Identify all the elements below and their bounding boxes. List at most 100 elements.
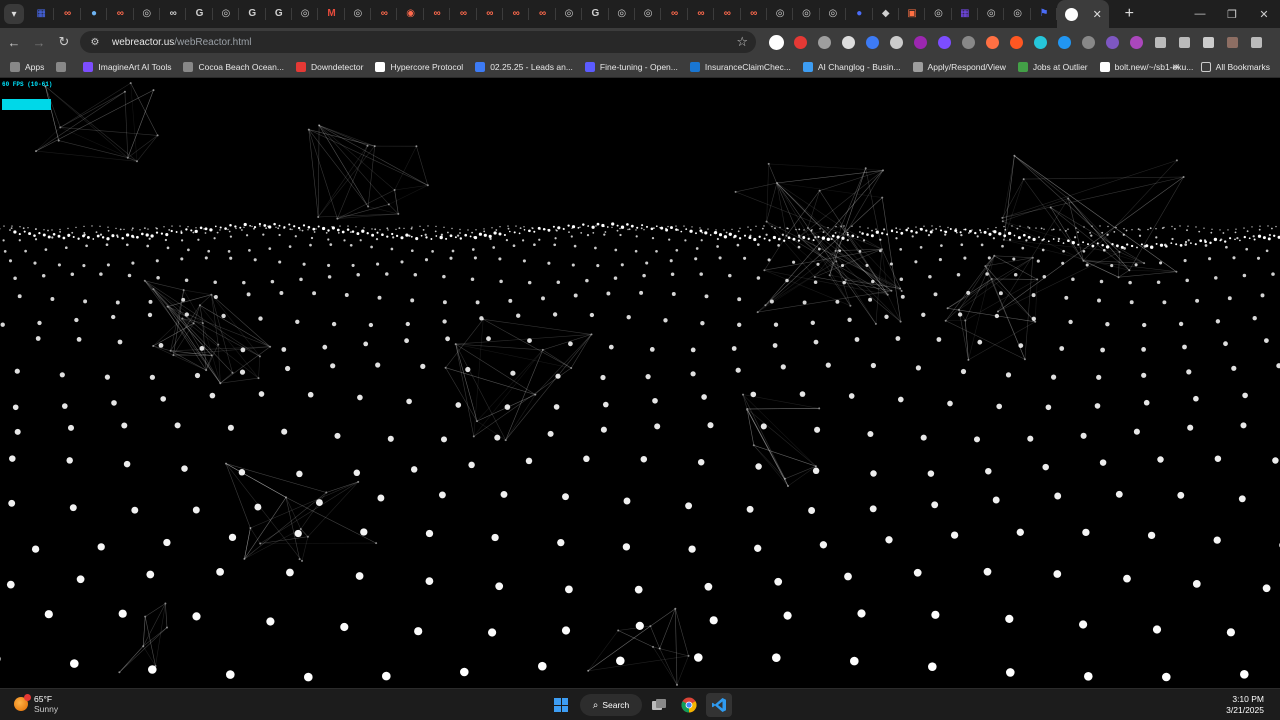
bookmark-item[interactable]: Hypercore Protocol xyxy=(371,56,467,78)
browser-tab[interactable]: ▣ xyxy=(899,0,926,28)
bookmark-item[interactable]: 02.25.25 - Leads an... xyxy=(471,56,577,78)
menu-kebab-icon[interactable] xyxy=(1244,28,1268,56)
bookmark-item[interactable]: Downdetector xyxy=(292,56,367,78)
extension-icon[interactable] xyxy=(812,28,836,56)
system-clock[interactable]: 3:10 PM 3/21/2025 xyxy=(1226,694,1264,716)
extension-icon[interactable] xyxy=(1124,28,1148,56)
close-tab-icon[interactable]: ✕ xyxy=(1093,8,1102,21)
browser-tab[interactable]: ∞ xyxy=(503,0,530,28)
browser-tab[interactable]: ◎ xyxy=(213,0,240,28)
browser-tab[interactable]: ∞ xyxy=(54,0,82,28)
weather-widget[interactable]: 65°F Sunny xyxy=(14,694,58,714)
extension-icon[interactable] xyxy=(1028,28,1052,56)
taskbar-search-button[interactable]: ⌕ Search xyxy=(580,694,642,716)
extension-icon[interactable] xyxy=(956,28,980,56)
bookmark-item[interactable]: Cocoa Beach Ocean... xyxy=(179,56,288,78)
browser-tab[interactable]: M xyxy=(318,0,346,28)
browser-tab[interactable]: ◆ xyxy=(873,0,900,28)
browser-tab[interactable]: ◎ xyxy=(345,0,372,28)
extension-icon[interactable] xyxy=(980,28,1004,56)
extension-icon[interactable] xyxy=(908,28,932,56)
bookmark-item[interactable]: InsuranceClaimChec... xyxy=(686,56,795,78)
particle-dot xyxy=(227,424,234,431)
bookmark-item[interactable]: Apps xyxy=(6,56,48,78)
new-tab-plus-icon[interactable]: + xyxy=(1119,5,1139,23)
bookmark-item[interactable] xyxy=(52,56,75,78)
close-window-icon[interactable]: ✕ xyxy=(1248,0,1280,28)
extension-icon[interactable] xyxy=(1100,28,1124,56)
microphone-icon[interactable] xyxy=(764,28,788,56)
browser-tab[interactable]: ∞ xyxy=(661,0,689,28)
forward-arrow-icon[interactable]: → xyxy=(28,31,50,53)
extension-icon[interactable] xyxy=(836,28,860,56)
reload-icon[interactable]: ↻ xyxy=(53,31,75,53)
browser-tab[interactable]: G xyxy=(266,0,293,28)
browser-tab[interactable]: ∞ xyxy=(107,0,134,28)
browser-tab[interactable]: ◎ xyxy=(978,0,1005,28)
bookmark-item[interactable]: ImagineArt AI Tools xyxy=(79,56,175,78)
browser-tab[interactable]: ∞ xyxy=(714,0,741,28)
browser-tab[interactable]: ◎ xyxy=(292,0,319,28)
extension-icon[interactable] xyxy=(860,28,884,56)
browser-tab[interactable]: ◎ xyxy=(820,0,847,28)
bookmark-item[interactable]: Fine-tuning - Open... xyxy=(581,56,682,78)
browser-tab[interactable]: ◉ xyxy=(397,0,425,28)
bookmark-item[interactable]: Jobs at Outlier xyxy=(1014,56,1092,78)
browser-tab[interactable]: G xyxy=(186,0,214,28)
task-view-icon[interactable] xyxy=(646,693,672,717)
browser-tab[interactable]: ◎ xyxy=(925,0,953,28)
restore-icon[interactable]: ❐ xyxy=(1216,0,1248,28)
particle-dot xyxy=(245,234,249,237)
browser-tab[interactable]: ◎ xyxy=(134,0,161,28)
browser-tab[interactable]: ◎ xyxy=(1004,0,1032,28)
bookmark-item[interactable]: Apply/Respond/View xyxy=(909,56,1010,78)
page-canvas[interactable]: 60 FPS (10-61) xyxy=(0,78,1280,688)
extension-icon[interactable] xyxy=(884,28,908,56)
sidepanel-icon[interactable] xyxy=(1196,28,1220,56)
browser-tab[interactable]: ◎ xyxy=(793,0,821,28)
media-icon[interactable] xyxy=(1172,28,1196,56)
browser-tab[interactable]: ● xyxy=(846,0,873,28)
browser-tab[interactable]: ◎ xyxy=(767,0,794,28)
vscode-icon[interactable] xyxy=(706,693,732,717)
bookmark-star-icon[interactable]: ☆ xyxy=(736,34,748,50)
browser-tab[interactable]: ∞ xyxy=(477,0,504,28)
browser-tab[interactable]: ◎ xyxy=(635,0,662,28)
url-text[interactable]: webreactor.us/webReactor.html xyxy=(112,37,252,48)
browser-tab[interactable]: ▦ xyxy=(952,0,979,28)
browser-tab[interactable]: ∞ xyxy=(688,0,715,28)
browser-tab[interactable]: ◎ xyxy=(556,0,583,28)
extension-icon[interactable] xyxy=(1052,28,1076,56)
site-info-icon[interactable]: ⚙ xyxy=(88,35,102,49)
windows-start-icon[interactable] xyxy=(550,693,572,717)
tab-search-chevron-down-icon[interactable]: ▾ xyxy=(4,4,24,24)
browser-tab[interactable]: ⚑ xyxy=(1031,0,1058,28)
particle-grid-scene[interactable] xyxy=(0,78,1280,688)
extension-icon[interactable] xyxy=(788,28,812,56)
browser-tab[interactable]: G xyxy=(582,0,609,28)
back-arrow-icon[interactable]: ← xyxy=(3,31,25,53)
minimize-icon[interactable]: — xyxy=(1184,0,1216,28)
active-browser-tab[interactable]: ✕ xyxy=(1057,0,1110,28)
browser-tab[interactable]: ∞ xyxy=(160,0,187,28)
chrome-icon[interactable] xyxy=(676,693,702,717)
bookmark-item[interactable]: AI Changlog - Busin... xyxy=(799,56,905,78)
browser-tab[interactable]: ∞ xyxy=(741,0,768,28)
bookmarks-overflow-chevron-icon[interactable]: » xyxy=(1169,56,1183,78)
browser-tab[interactable]: ∞ xyxy=(424,0,451,28)
puzzle-icon[interactable] xyxy=(1148,28,1172,56)
browser-tab[interactable]: ∞ xyxy=(371,0,398,28)
browser-tab[interactable]: ∞ xyxy=(450,0,478,28)
address-bar[interactable]: ⚙ webreactor.us/webReactor.html ☆ xyxy=(80,31,756,53)
profile-avatar-icon[interactable] xyxy=(1220,28,1244,56)
browser-tab[interactable]: ◎ xyxy=(609,0,636,28)
browser-tab[interactable]: ● xyxy=(81,0,108,28)
extension-icon[interactable] xyxy=(932,28,956,56)
network-line xyxy=(865,168,883,250)
all-bookmarks-folder[interactable]: All Bookmarks xyxy=(1197,56,1274,78)
browser-tab[interactable]: G xyxy=(239,0,266,28)
browser-tab[interactable]: ∞ xyxy=(529,0,557,28)
extension-icon[interactable] xyxy=(1076,28,1100,56)
extension-icon[interactable] xyxy=(1004,28,1028,56)
browser-tab[interactable]: ▦ xyxy=(28,0,55,28)
